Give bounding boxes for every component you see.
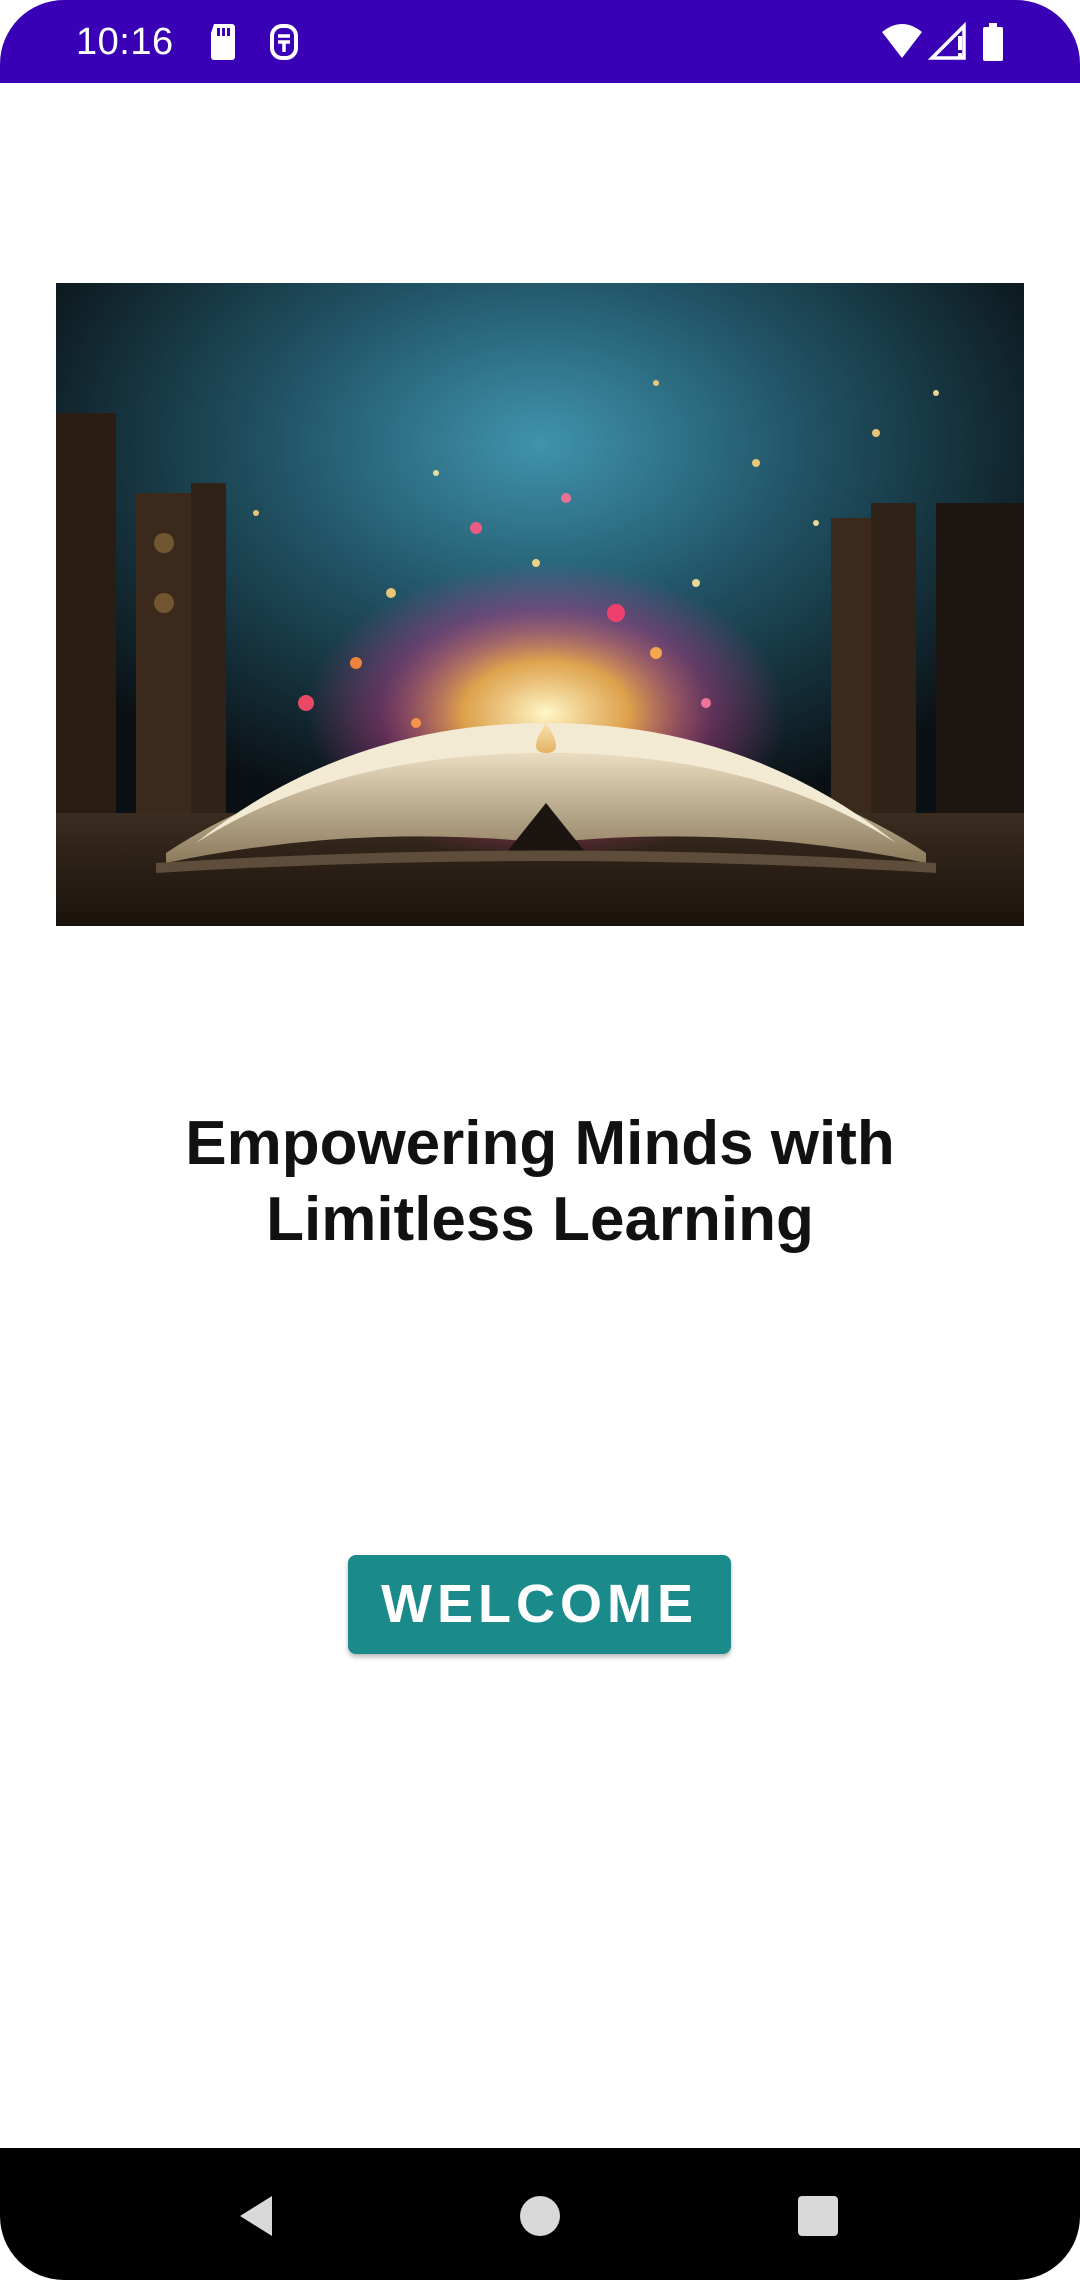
battery-icon [983,23,1003,61]
status-time: 10:16 [76,21,174,63]
wifi-icon [882,24,922,58]
app-screen: 10:16 Empowering Minds with Limitless Le… [0,0,1080,2280]
status-bar: 10:16 [0,0,1080,83]
welcome-button[interactable]: WELCOME [348,1555,731,1654]
recents-icon[interactable] [790,2188,846,2244]
open-book-illustration [56,283,1024,926]
sim-status-icon [270,24,298,60]
navigation-bar [0,2148,1080,2280]
tagline: Empowering Minds with Limitless Learning [185,1109,895,1254]
sd-card-icon [211,24,235,60]
back-icon[interactable] [230,2188,286,2244]
hero-image [56,283,1024,926]
cell-signal-icon [928,22,966,60]
home-icon[interactable] [512,2188,568,2244]
